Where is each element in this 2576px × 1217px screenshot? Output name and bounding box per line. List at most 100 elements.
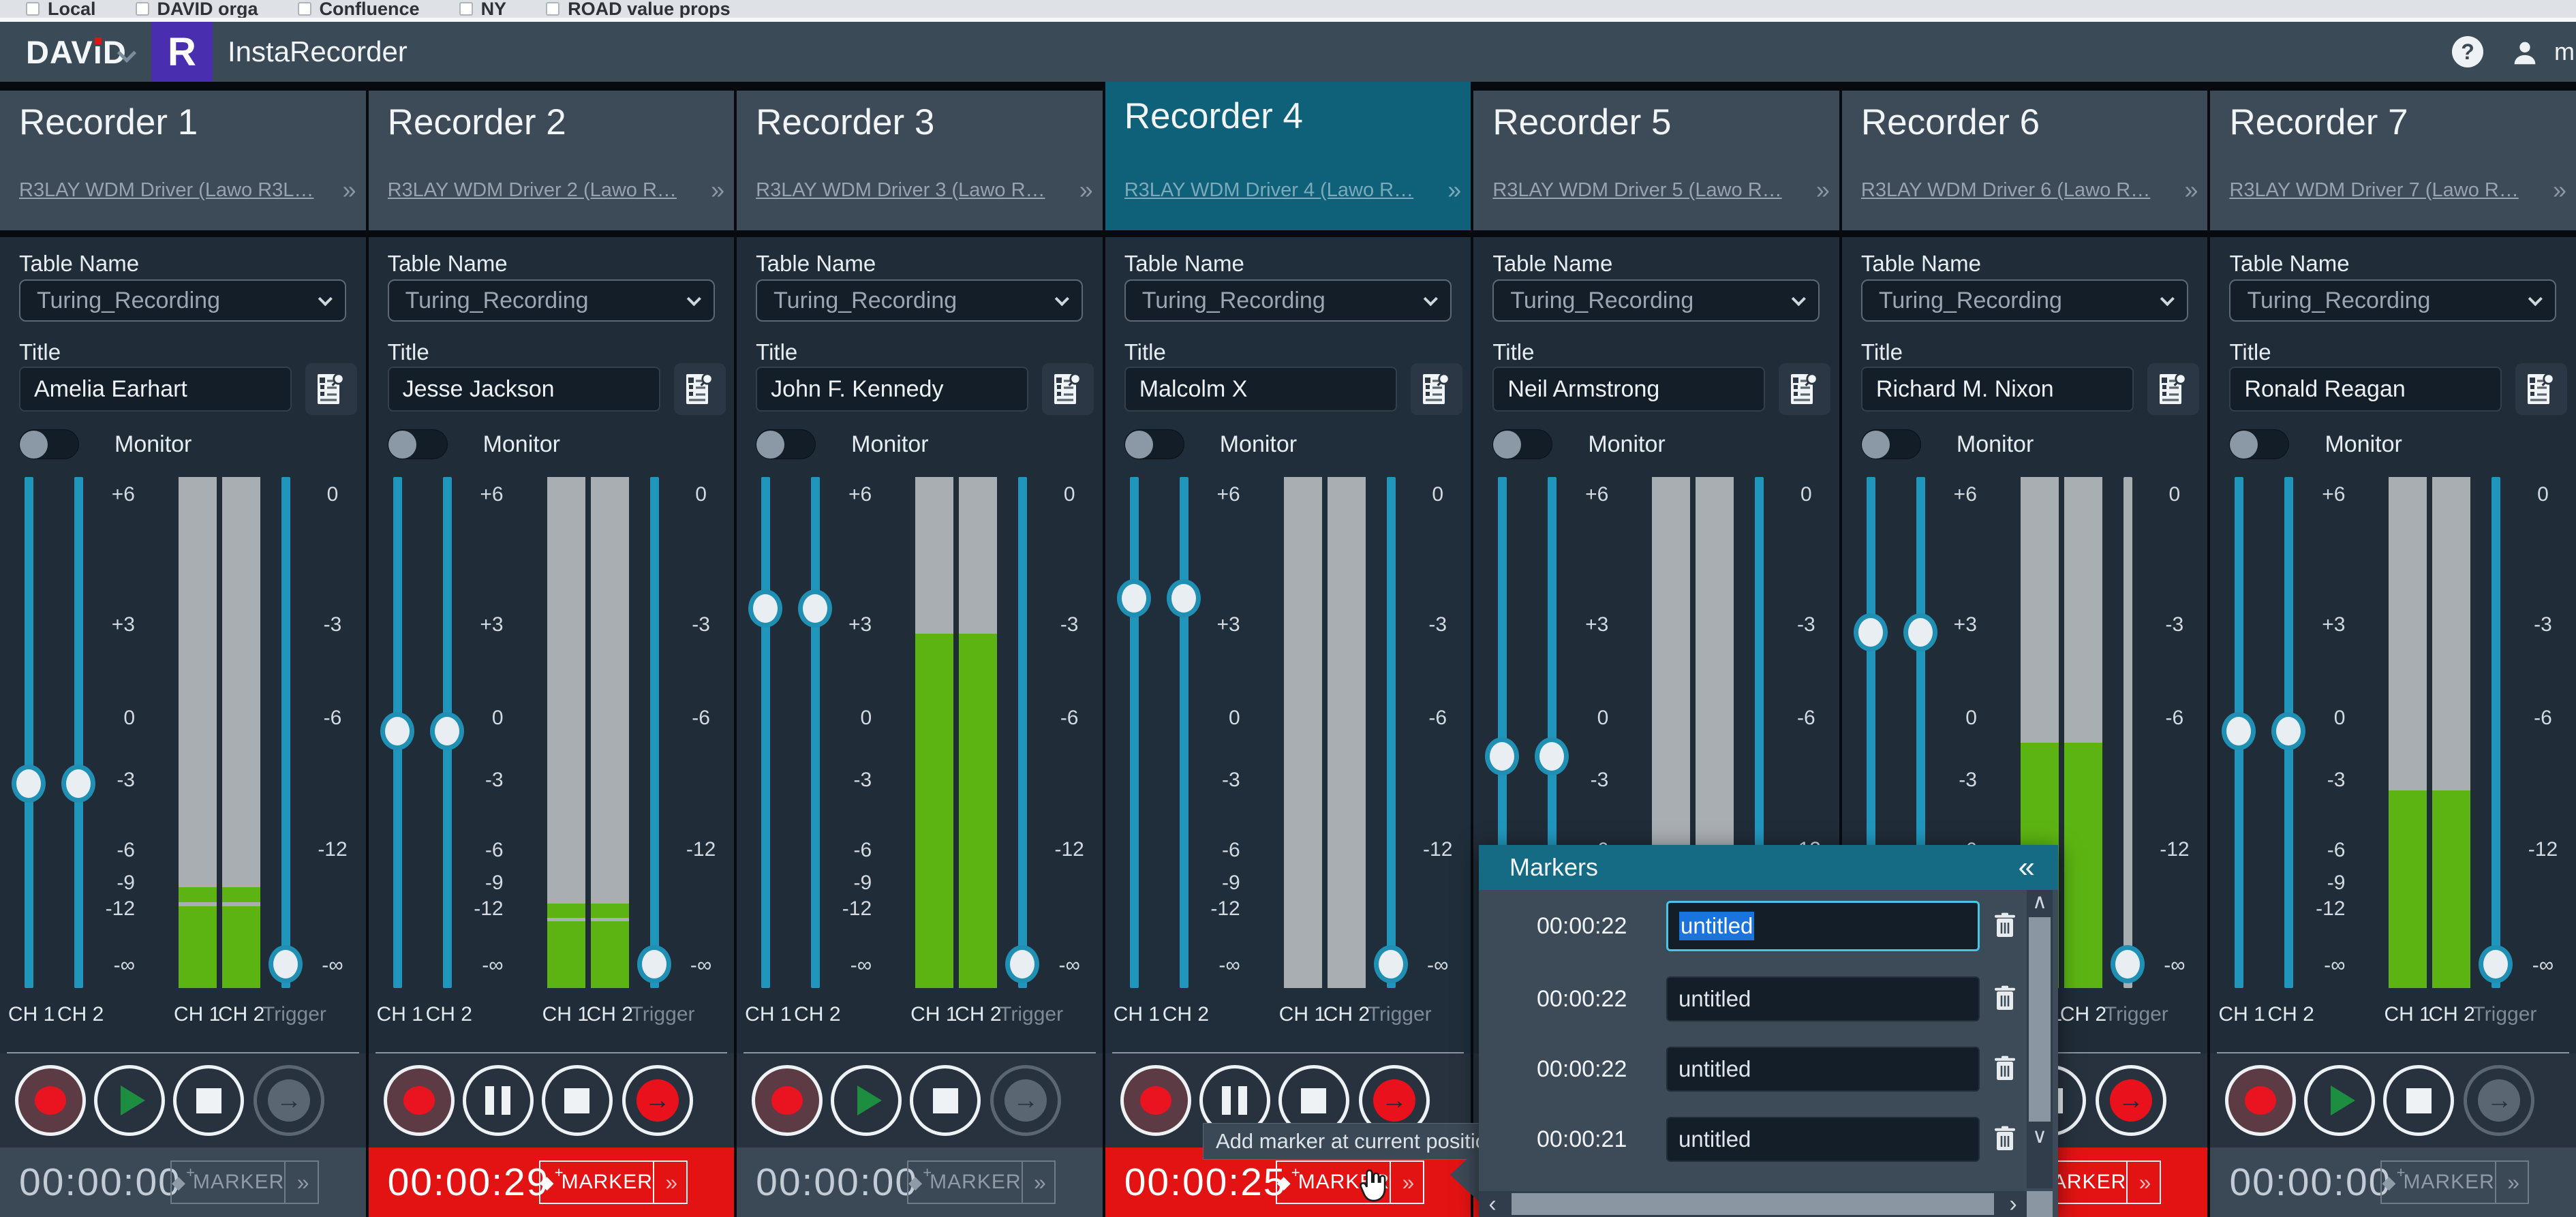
table-name-select[interactable]: Turing_Recording xyxy=(2229,279,2557,322)
recorder-header-card[interactable]: Recorder 1 R3LAY WDM Driver (Lawo R3L… » xyxy=(0,91,366,230)
title-input[interactable] xyxy=(756,367,1029,412)
expand-driver-icon[interactable]: » xyxy=(2184,176,2198,204)
driver-link[interactable]: R3LAY WDM Driver 3 (Lawo R… xyxy=(756,179,1073,202)
fader-knob-ch1[interactable] xyxy=(1116,579,1151,617)
expand-driver-icon[interactable]: » xyxy=(711,176,724,204)
next-take-button[interactable]: → xyxy=(990,1065,1062,1136)
record-button[interactable] xyxy=(1120,1065,1191,1136)
title-input[interactable] xyxy=(1860,367,2134,412)
bookmark-item[interactable]: NY xyxy=(459,0,506,18)
delete-marker-button[interactable] xyxy=(1993,1055,2017,1085)
expand-driver-icon[interactable]: » xyxy=(2553,176,2566,204)
monitor-toggle[interactable] xyxy=(19,429,79,459)
delete-marker-button[interactable] xyxy=(1993,985,2017,1015)
marker-name-input[interactable]: untitled xyxy=(1666,901,1980,951)
marker-list-expand-icon[interactable]: » xyxy=(652,1162,686,1203)
expand-driver-icon[interactable]: » xyxy=(1447,176,1461,204)
trigger-track[interactable] xyxy=(2491,477,2501,988)
marker-list-expand-icon[interactable]: » xyxy=(2494,1162,2528,1203)
trigger-knob[interactable] xyxy=(637,945,671,983)
fader-knob-ch1[interactable] xyxy=(1485,737,1520,775)
marker-list-expand-icon[interactable]: » xyxy=(2126,1162,2160,1203)
play-button[interactable] xyxy=(831,1065,902,1136)
record-button[interactable] xyxy=(383,1065,455,1136)
browse-titles-button[interactable] xyxy=(1410,363,1462,415)
browse-titles-button[interactable] xyxy=(673,363,726,415)
expand-driver-icon[interactable]: » xyxy=(1816,176,1830,204)
recorder-header-card[interactable]: Recorder 7 R3LAY WDM Driver 7 (Lawo R… » xyxy=(2210,91,2576,230)
trigger-track[interactable] xyxy=(1018,477,1028,988)
record-button[interactable] xyxy=(752,1065,823,1136)
stop-button[interactable] xyxy=(910,1065,981,1136)
table-name-select[interactable]: Turing_Recording xyxy=(1860,279,2188,322)
next-take-button[interactable]: → xyxy=(2095,1065,2166,1136)
fader-knob-ch1[interactable] xyxy=(1853,613,1888,651)
browse-titles-button[interactable] xyxy=(2147,363,2199,415)
trigger-knob[interactable] xyxy=(2110,945,2145,983)
table-name-select[interactable]: Turing_Recording xyxy=(1492,279,1820,322)
expand-driver-icon[interactable]: » xyxy=(1079,176,1093,204)
vertical-scrollbar-thumb[interactable] xyxy=(2029,917,2051,1122)
monitor-toggle[interactable] xyxy=(1860,429,1921,459)
recorder-header-card[interactable]: Recorder 5 R3LAY WDM Driver 5 (Lawo R… » xyxy=(1473,91,1839,230)
help-icon[interactable]: ? xyxy=(2452,36,2483,67)
driver-link[interactable]: R3LAY WDM Driver 6 (Lawo R… xyxy=(1861,179,2178,202)
bookmark-item[interactable]: Confluence xyxy=(297,0,420,18)
trigger-track[interactable] xyxy=(2123,477,2132,988)
marker-button[interactable]: ◆+MARKER» xyxy=(907,1160,1056,1204)
user-icon[interactable] xyxy=(2509,37,2541,72)
delete-marker-button[interactable] xyxy=(1993,1125,2017,1156)
marker-button[interactable]: ◆+MARKER» xyxy=(2380,1160,2530,1204)
next-take-button[interactable]: → xyxy=(2464,1065,2535,1136)
recorder-header-card[interactable]: Recorder 4 R3LAY WDM Driver 4 (Lawo R… » xyxy=(1105,82,1471,230)
monitor-toggle[interactable] xyxy=(756,429,816,459)
fader-track-ch1[interactable] xyxy=(761,477,771,988)
driver-link[interactable]: R3LAY WDM Driver 5 (Lawo R… xyxy=(1492,179,1809,202)
table-name-select[interactable]: Turing_Recording xyxy=(19,279,346,322)
record-button[interactable] xyxy=(2225,1065,2297,1136)
delete-marker-button[interactable] xyxy=(1993,912,2017,942)
stop-button[interactable] xyxy=(541,1065,613,1136)
stop-button[interactable] xyxy=(173,1065,244,1136)
marker-button[interactable]: ◆+MARKER» xyxy=(170,1160,319,1204)
collapse-popup-icon[interactable]: « xyxy=(2019,850,2035,884)
fader-knob-ch1[interactable] xyxy=(12,765,46,803)
title-input[interactable] xyxy=(2229,367,2502,412)
driver-link[interactable]: R3LAY WDM Driver 2 (Lawo R… xyxy=(388,179,705,202)
pause-button[interactable] xyxy=(462,1065,534,1136)
fader-knob-ch2[interactable] xyxy=(1166,579,1201,617)
recorder-header-card[interactable]: Recorder 3 R3LAY WDM Driver 3 (Lawo R… » xyxy=(737,91,1103,230)
browse-titles-button[interactable] xyxy=(2515,363,2568,415)
bookmark-item[interactable]: ROAD value props xyxy=(546,0,731,18)
david-brand-logo[interactable]: DAV ı D xyxy=(26,22,127,82)
monitor-toggle[interactable] xyxy=(1492,429,1553,459)
expand-driver-icon[interactable]: » xyxy=(343,176,356,204)
trigger-knob[interactable] xyxy=(269,945,303,983)
marker-list-expand-icon[interactable]: » xyxy=(1390,1162,1423,1203)
horizontal-scrollbar[interactable]: ‹ › xyxy=(1479,1191,2027,1217)
marker-list-expand-icon[interactable]: » xyxy=(1021,1162,1055,1203)
scroll-down-icon[interactable]: ∨ xyxy=(2027,1124,2053,1149)
fader-knob-ch1[interactable] xyxy=(380,712,414,750)
recorder-header-card[interactable]: Recorder 2 R3LAY WDM Driver 2 (Lawo R… » xyxy=(368,91,735,230)
play-button[interactable] xyxy=(94,1065,165,1136)
scroll-right-icon[interactable]: › xyxy=(1999,1191,2027,1217)
driver-link[interactable]: R3LAY WDM Driver 4 (Lawo R… xyxy=(1124,179,1441,202)
play-button[interactable] xyxy=(2304,1065,2376,1136)
trigger-track[interactable] xyxy=(1386,477,1396,988)
driver-link[interactable]: R3LAY WDM Driver (Lawo R3L… xyxy=(19,179,336,202)
browse-titles-button[interactable] xyxy=(1779,363,1831,415)
browse-titles-button[interactable] xyxy=(1042,363,1094,415)
table-name-select[interactable]: Turing_Recording xyxy=(756,279,1084,322)
vertical-scrollbar[interactable]: ∧ ∨ xyxy=(2027,890,2053,1188)
monitor-toggle[interactable] xyxy=(1124,429,1184,459)
marker-name-input[interactable]: untitled xyxy=(1666,976,1980,1021)
fader-track-ch1[interactable] xyxy=(25,477,33,988)
bookmark-item[interactable]: DAVID orga xyxy=(135,0,258,18)
title-input[interactable] xyxy=(1124,367,1397,412)
marker-name-input[interactable]: untitled xyxy=(1666,1047,1980,1092)
recorder-header-card[interactable]: Recorder 6 R3LAY WDM Driver 6 (Lawo R… » xyxy=(1841,91,2208,230)
table-name-select[interactable]: Turing_Recording xyxy=(387,279,715,322)
marker-button[interactable]: ◆+MARKER» xyxy=(538,1160,688,1204)
trigger-track[interactable] xyxy=(281,477,290,988)
